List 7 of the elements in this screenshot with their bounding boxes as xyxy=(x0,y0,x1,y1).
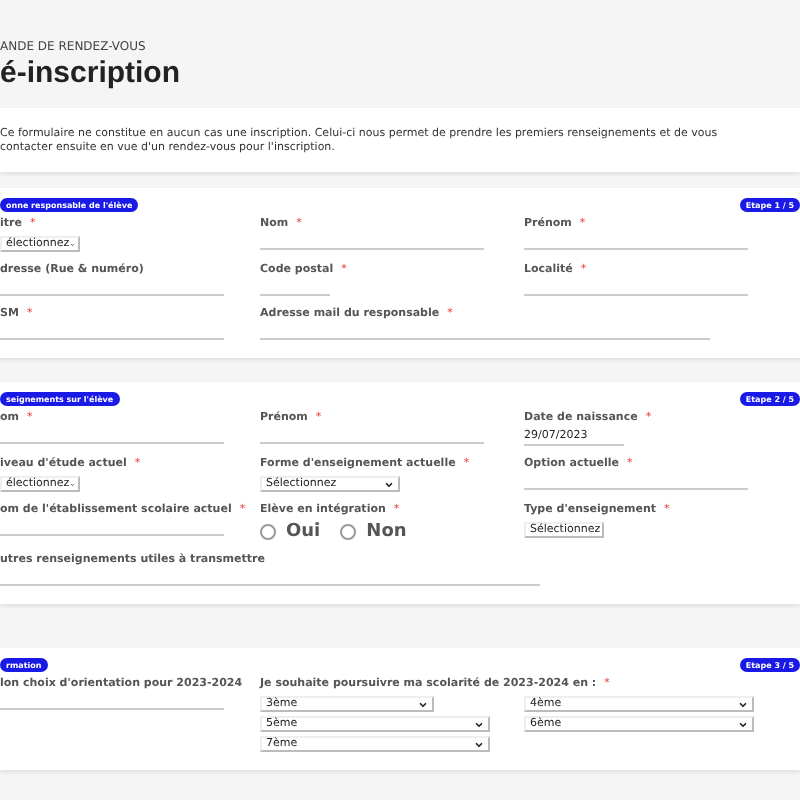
page-title: é-inscription xyxy=(0,56,183,90)
radio-button[interactable] xyxy=(260,524,276,540)
radio-option[interactable]: Non xyxy=(340,522,407,542)
radio-button[interactable] xyxy=(340,524,357,540)
chevron-icon xyxy=(418,699,428,709)
chevron-icon xyxy=(384,479,394,489)
radio-option[interactable]: Oui xyxy=(260,522,321,542)
